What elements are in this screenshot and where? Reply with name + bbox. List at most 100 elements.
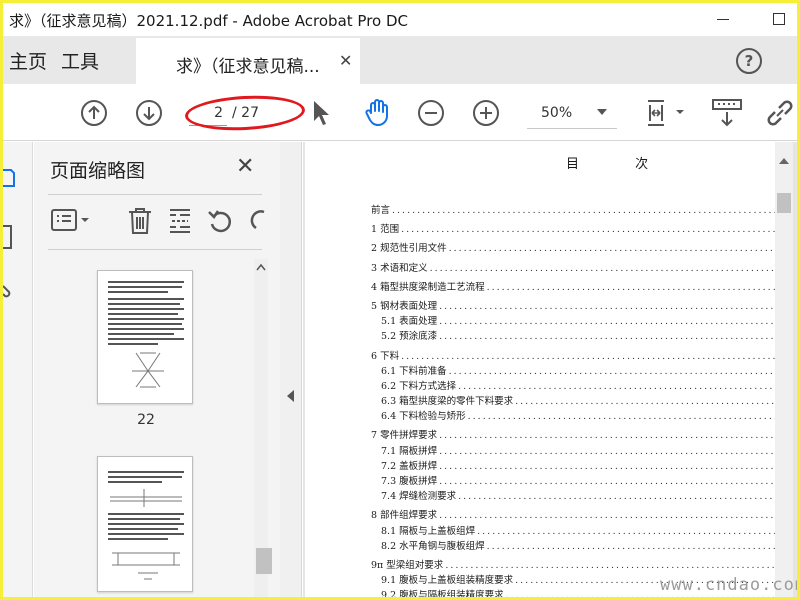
toc-entry[interactable]: 7.1 隔板拼焊................................…: [371, 444, 775, 459]
thumbnail-figure: [110, 489, 182, 507]
toc-entry[interactable]: 5.2 预涂底漆................................…: [371, 329, 775, 344]
thumbnail-text-line: [108, 513, 184, 515]
panel-splitter[interactable]: [280, 142, 302, 597]
toc-entry[interactable]: 6 下料....................................…: [371, 349, 775, 364]
thumbnail-text-line: [108, 533, 184, 535]
toc-leader-dots: ........................................…: [392, 205, 775, 216]
thumbnail-options-button[interactable]: [50, 206, 94, 240]
thumbnail-text-line: [108, 476, 182, 478]
bookmarks-icon[interactable]: [3, 222, 17, 252]
options-menu-icon: [51, 209, 89, 231]
toc-entry-label: 9.2 腹板与隔板组装精度要求: [381, 590, 504, 597]
toc-leader-dots: ........................................…: [439, 300, 775, 312]
maximize-button[interactable]: [759, 7, 797, 31]
toc-entry[interactable]: 前言......................................…: [371, 203, 775, 218]
pdf-page: 目 次 前言..................................…: [305, 142, 775, 597]
watermark-text: www.cndao.com: [660, 575, 797, 595]
link-icon: [767, 100, 793, 126]
close-panel-icon[interactable]: ✕: [236, 154, 254, 179]
thumbnail-text-line: [108, 318, 184, 320]
thumbnail-text-line: [108, 281, 184, 283]
toc-entry[interactable]: 7.2 盖板拼焊................................…: [371, 459, 775, 474]
toc-leader-dots: ........................................…: [448, 243, 775, 255]
toc-entry[interactable]: 3 术语和定义.................................…: [371, 261, 775, 276]
thumbnail-text-line: [108, 338, 184, 340]
toc-entry-label: 6.1 下料前准备: [381, 365, 447, 377]
zoom-out-button[interactable]: [416, 98, 446, 128]
toc-entry[interactable]: 6.1 下料前准备...............................…: [371, 364, 775, 379]
toc-entry[interactable]: 4 箱型拱度梁制造工艺流程...........................…: [371, 280, 775, 295]
page-thumbnail[interactable]: [97, 456, 193, 592]
zoom-in-button[interactable]: [471, 98, 501, 128]
rotate-clockwise-button[interactable]: [248, 206, 268, 240]
next-page-button[interactable]: [134, 98, 164, 128]
toc-leader-dots: ........................................…: [458, 491, 775, 503]
rotate-right-icon: [250, 210, 265, 230]
thumbnail-text-line: [108, 323, 182, 325]
toc-entry-label: 6 下料: [371, 350, 400, 362]
thumbnail-scrollbar[interactable]: [254, 259, 268, 597]
toc-entry-label: 1 范围: [371, 224, 400, 236]
hand-tool-button[interactable]: [361, 96, 393, 128]
toc-leader-dots: ........................................…: [515, 396, 775, 408]
window-title: 求》（征求意见稿）2021.12.pdf - Adobe Acrobat Pro…: [9, 12, 408, 30]
trash-icon: [129, 208, 151, 234]
thumbnail-scrollbar-thumb[interactable]: [256, 548, 272, 574]
toc-leader-dots: ........................................…: [429, 262, 775, 274]
plus-circle-icon: [473, 100, 499, 126]
thumbnail-text-line: [108, 518, 180, 520]
toc-entry[interactable]: 7.3 腹板拼焊................................…: [371, 474, 775, 489]
toc-entry[interactable]: 7.4 焊缝检测要求..............................…: [371, 489, 775, 504]
tab-tools[interactable]: 工具: [61, 36, 111, 84]
thumbnail-figure: [112, 552, 180, 580]
toc-entry-label: 前言: [371, 205, 391, 216]
zoom-level[interactable]: 50%: [541, 105, 572, 121]
thumbnail-text-line: [108, 313, 178, 315]
zoom-dropdown-icon[interactable]: [597, 109, 607, 115]
toc-entry[interactable]: 2 规范性引用文件...............................…: [371, 241, 775, 256]
document-scrollbar-thumb[interactable]: [777, 193, 791, 213]
toc-entry[interactable]: 1 范围....................................…: [371, 222, 775, 237]
toc-entry[interactable]: 5 钢材表面处理................................…: [371, 299, 775, 314]
fit-page-button[interactable]: [643, 96, 687, 130]
toc-entry[interactable]: 8 部件组焊要求................................…: [371, 508, 775, 523]
toc-entry[interactable]: 8.1 隔板与上盖板组焊............................…: [371, 524, 775, 539]
rotate-counterclockwise-button[interactable]: [206, 206, 236, 240]
tab-document[interactable]: 求》（征求意见稿... ✕: [136, 36, 360, 84]
toc-leader-dots: ........................................…: [486, 281, 775, 293]
collapse-panel-icon[interactable]: [287, 390, 294, 402]
tab-document-label: 求》（征求意见稿...: [176, 57, 320, 77]
toc-entry[interactable]: 5.1 表面处理................................…: [371, 314, 775, 329]
share-link-button[interactable]: [763, 97, 797, 129]
minimize-button[interactable]: [703, 7, 743, 31]
insert-page-button[interactable]: [166, 206, 194, 240]
scroll-up-icon[interactable]: [779, 158, 789, 164]
scroll-up-icon[interactable]: [256, 263, 266, 271]
toc-entry-label: 6.4 下料检验与矫形: [381, 411, 466, 423]
toc-entry[interactable]: 6.4 下料检验与矫形.............................…: [371, 409, 775, 424]
thumbnail-text-line: [108, 303, 180, 305]
toc-entry[interactable]: 7 零件拼焊要求................................…: [371, 428, 775, 443]
select-tool-button[interactable]: [309, 98, 333, 128]
fit-page-icon: [648, 100, 684, 126]
toolbar: 2 / 27 50%: [3, 84, 797, 141]
thumbnail-text-line: [108, 471, 184, 473]
toc-entry[interactable]: 9π 型梁组对要求...............................…: [371, 558, 775, 573]
toc-entry-label: 4 箱型拱度梁制造工艺流程: [371, 281, 485, 293]
attachments-icon[interactable]: [3, 278, 17, 308]
zoom-field-underline: [527, 128, 617, 129]
page-thumbnail[interactable]: [97, 270, 193, 404]
help-icon[interactable]: ?: [736, 48, 762, 74]
toc-entry[interactable]: 6.2 下料方式选择..............................…: [371, 379, 775, 394]
scroll-mode-button[interactable]: [709, 96, 745, 130]
toc-entry[interactable]: 8.2 水平角钢与腹板组焊...........................…: [371, 539, 775, 554]
close-tab-icon[interactable]: ✕: [339, 51, 352, 70]
toc-entry[interactable]: 6.3 箱型拱度梁的零件下料要求........................…: [371, 394, 775, 409]
tab-bar: 主页 工具 求》（征求意见稿... ✕ ?: [3, 36, 797, 84]
tab-home[interactable]: 主页: [3, 36, 47, 84]
thumbnail-text-line: [108, 308, 184, 310]
delete-page-button[interactable]: [126, 206, 154, 240]
toc-entry-label: 5.2 预涂底漆: [381, 331, 438, 343]
page-thumbnails-icon[interactable]: [3, 164, 17, 194]
previous-page-button[interactable]: [79, 98, 109, 128]
